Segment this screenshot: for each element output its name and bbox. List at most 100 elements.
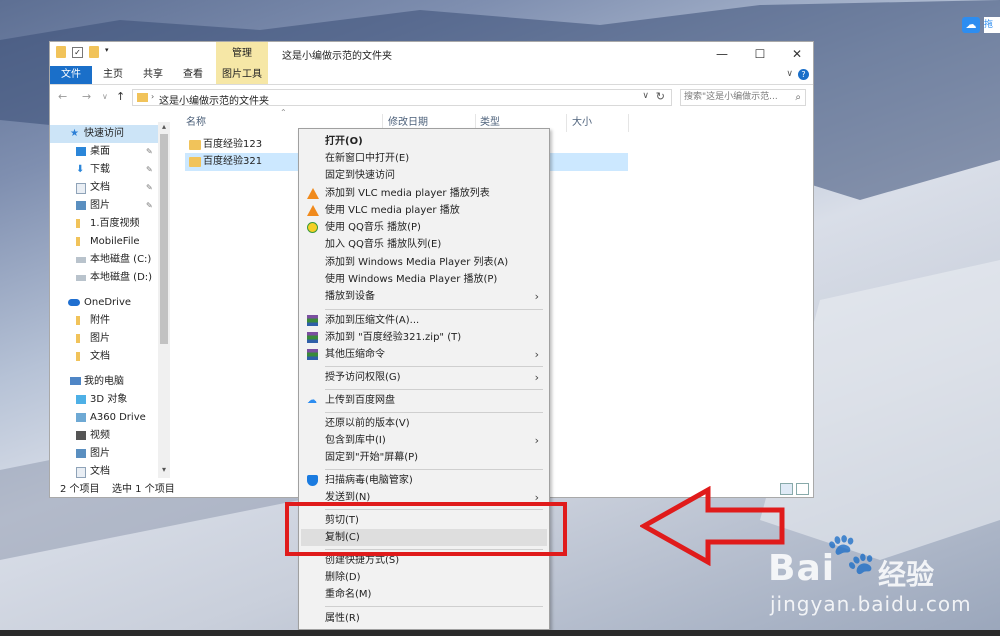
- sidebar-item-label: 文档: [90, 351, 110, 362]
- maximize-button[interactable]: ☐: [746, 44, 774, 64]
- refresh-icon[interactable]: ↻: [656, 90, 665, 103]
- sidebar-item-3d-objects[interactable]: 3D 对象: [50, 391, 158, 409]
- sidebar-item-mobilefile[interactable]: MobileFile: [50, 233, 158, 251]
- scroll-up-icon[interactable]: ▴: [158, 122, 170, 131]
- menu-separator: [325, 469, 543, 470]
- shield-icon: [307, 475, 318, 486]
- sidebar-item-a360[interactable]: A360 Drive: [50, 409, 158, 427]
- recent-locations-icon[interactable]: ∨: [102, 92, 108, 101]
- forward-button[interactable]: →: [82, 90, 91, 103]
- sidebar-item-label: 本地磁盘 (D:): [90, 272, 153, 283]
- sidebar-item-pc-documents[interactable]: 文档: [50, 463, 158, 478]
- breadcrumb[interactable]: 这是小编做示范的文件夹: [159, 92, 269, 107]
- tab-manage[interactable]: 管理: [216, 42, 268, 66]
- tab-file[interactable]: 文件: [50, 66, 92, 84]
- sidebar-item-quick-access[interactable]: ★ 快速访问: [50, 125, 158, 143]
- menu-separator: [325, 389, 543, 390]
- download-icon: ⬇: [76, 164, 85, 175]
- sidebar-item-this-pc[interactable]: 我的电脑: [50, 373, 158, 391]
- menu-item-qqmusic-queue[interactable]: 加入 QQ音乐 播放队列(E): [301, 236, 547, 253]
- menu-item-vlc-add[interactable]: 添加到 VLC media player 播放列表: [301, 185, 547, 202]
- desktop-icon: [76, 147, 86, 156]
- close-button[interactable]: ✕: [783, 44, 811, 64]
- column-size[interactable]: 大小: [572, 114, 592, 132]
- menu-item-open[interactable]: 打开(O): [301, 133, 547, 150]
- menu-item-add-zip[interactable]: 添加到 "百度经验321.zip" (T): [301, 329, 547, 346]
- sidebar-item-pc-pictures[interactable]: 图片: [50, 445, 158, 463]
- menu-item-upload-baidu[interactable]: ☁ 上传到百度网盘: [301, 392, 547, 409]
- qqmusic-icon: [307, 222, 318, 233]
- menu-item-include-library[interactable]: 包含到库中(I) ›: [301, 432, 547, 449]
- column-divider[interactable]: [628, 114, 629, 132]
- menu-item-scan-virus[interactable]: 扫描病毒(电脑管家): [301, 472, 547, 489]
- chevron-down-icon[interactable]: ∨: [642, 91, 649, 101]
- menu-item-wmp-add[interactable]: 添加到 Windows Media Player 列表(A): [301, 254, 547, 271]
- scrollbar-thumb[interactable]: [160, 134, 168, 344]
- sidebar-item-pictures[interactable]: 图片 ✎: [50, 197, 158, 215]
- menu-item-pin-start[interactable]: 固定到"开始"屏幕(P): [301, 449, 547, 466]
- expand-ribbon-icon[interactable]: ∨: [786, 69, 793, 79]
- sidebar-item-attachments[interactable]: 附件: [50, 312, 158, 330]
- menu-item-vlc-play[interactable]: 使用 VLC media player 播放: [301, 202, 547, 219]
- search-icon: ⌕: [795, 92, 801, 103]
- watermark-brand-cn: 经验: [878, 558, 935, 591]
- up-button[interactable]: ↑: [116, 90, 125, 103]
- help-icon[interactable]: ?: [798, 69, 809, 80]
- menu-item-restore-versions[interactable]: 还原以前的版本(V): [301, 415, 547, 432]
- file-name: 百度经验123: [203, 139, 263, 150]
- sidebar-item-desktop[interactable]: 桌面 ✎: [50, 143, 158, 161]
- sidebar-item-drive-c[interactable]: 本地磁盘 (C:): [50, 251, 158, 269]
- item-count: 2 个项目: [60, 484, 100, 495]
- sidebar-item-drive-d[interactable]: 本地磁盘 (D:): [50, 269, 158, 287]
- folder-icon: [76, 316, 80, 325]
- tab-share[interactable]: 共享: [136, 66, 170, 84]
- column-divider[interactable]: [566, 114, 567, 132]
- chevron-down-icon[interactable]: ▾: [105, 46, 113, 58]
- winrar-icon: [307, 349, 318, 360]
- navpane-scrollbar[interactable]: ▴ ▾: [158, 122, 170, 478]
- menu-item-grant-access[interactable]: 授予访问权限(G) ›: [301, 369, 547, 386]
- cube-icon: [76, 395, 86, 404]
- sidebar-item-downloads[interactable]: ⬇ 下载 ✎: [50, 161, 158, 179]
- sidebar-item-onedrive[interactable]: OneDrive: [50, 294, 158, 312]
- menu-item-properties[interactable]: 属性(R): [301, 610, 547, 627]
- sidebar-item-label: MobileFile: [90, 236, 140, 247]
- sidebar-item-onedrive-pictures[interactable]: 图片: [50, 330, 158, 348]
- back-button[interactable]: ←: [58, 90, 67, 103]
- folder-icon: [189, 140, 201, 150]
- column-name[interactable]: 名称: [186, 114, 206, 132]
- properties-icon[interactable]: ✓: [72, 46, 83, 58]
- tab-home[interactable]: 主页: [96, 66, 130, 84]
- sidebar-item-label: A360 Drive: [90, 412, 146, 423]
- tab-view[interactable]: 查看: [176, 66, 210, 84]
- menu-item-open-new-window[interactable]: 在新窗口中打开(E): [301, 150, 547, 167]
- ribbon-tabs: 文件 主页 共享 查看 图片工具 ∨ ?: [50, 66, 813, 85]
- pin-icon: ✎: [146, 165, 153, 174]
- scroll-down-icon[interactable]: ▾: [158, 465, 170, 474]
- baidu-netdisk-icon[interactable]: ☁: [962, 17, 980, 33]
- menu-item-add-archive[interactable]: 添加到压缩文件(A)...: [301, 312, 547, 329]
- menu-item-qqmusic-play[interactable]: 使用 QQ音乐 播放(P): [301, 219, 547, 236]
- menu-item-delete[interactable]: 删除(D): [301, 569, 547, 586]
- folder-icon: [76, 219, 80, 228]
- menu-item-more-compress[interactable]: 其他压缩命令 ›: [301, 346, 547, 363]
- menu-item-wmp-play[interactable]: 使用 Windows Media Player 播放(P): [301, 271, 547, 288]
- sidebar-item-documents[interactable]: 文档 ✎: [50, 179, 158, 197]
- sidebar-item-onedrive-documents[interactable]: 文档: [50, 348, 158, 366]
- search-input[interactable]: 搜索"这是小编做示范... ⌕: [680, 89, 806, 106]
- menu-separator: [325, 366, 543, 367]
- menu-item-cast-to-device[interactable]: 播放到设备 ›: [301, 288, 547, 305]
- menu-separator: [325, 412, 543, 413]
- large-icons-view-icon[interactable]: [796, 483, 809, 495]
- minimize-button[interactable]: —: [708, 44, 736, 64]
- sidebar-item-baidu-video[interactable]: 1.百度视频: [50, 215, 158, 233]
- sidebar-item-videos[interactable]: 视频: [50, 427, 158, 445]
- new-folder-icon[interactable]: [89, 46, 99, 58]
- menu-item-pin-quick-access[interactable]: 固定到快速访问: [301, 167, 547, 184]
- sidebar-item-label: 图片: [90, 333, 110, 344]
- folder-icon: [76, 237, 80, 246]
- tab-picture-tools[interactable]: 图片工具: [216, 66, 268, 84]
- menu-item-rename[interactable]: 重命名(M): [301, 586, 547, 603]
- winrar-icon: [307, 315, 318, 326]
- address-bar[interactable]: › 这是小编做示范的文件夹 ∨ ↻: [132, 89, 672, 107]
